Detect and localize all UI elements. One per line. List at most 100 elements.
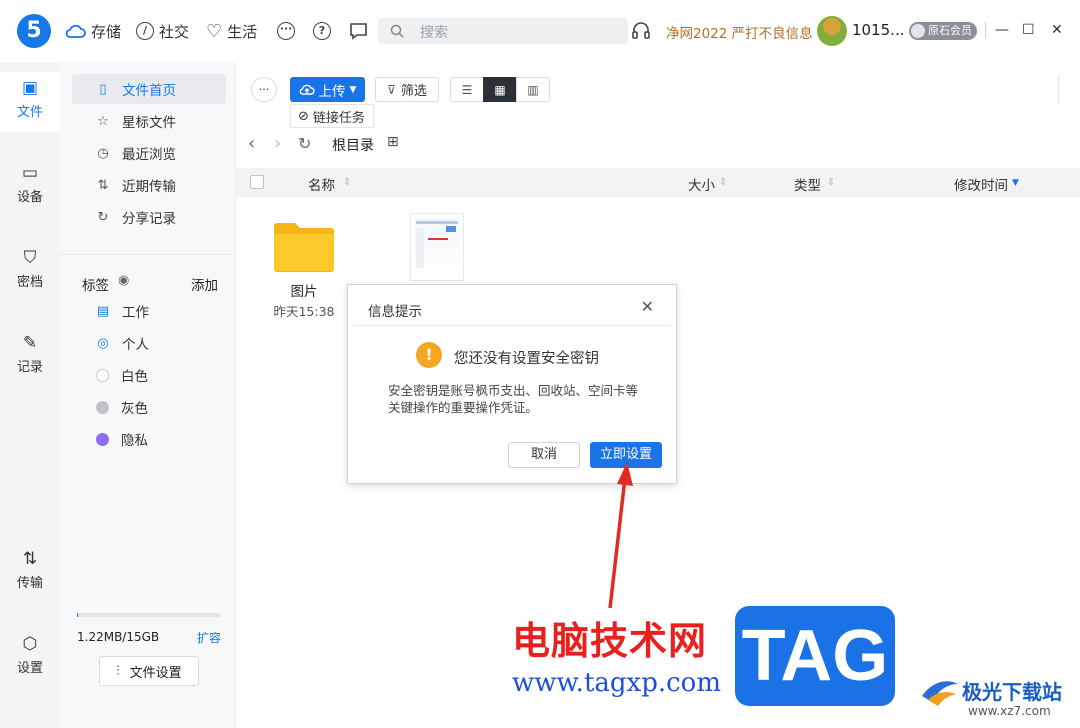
tag-white[interactable]: 白色	[72, 360, 226, 390]
file-time: 昨天15:38	[273, 304, 335, 319]
promo-link[interactable]: 净网2022 严打不良信息	[666, 22, 813, 42]
column-name[interactable]: 名称	[308, 174, 335, 194]
nav-life[interactable]: ♡ 生活	[206, 20, 257, 42]
message-button[interactable]	[349, 20, 368, 42]
tags-title: 标签	[82, 278, 109, 294]
rail-devices[interactable]: ▭ 设备	[0, 157, 60, 217]
sidebar-item-shares[interactable]: ↻ 分享记录	[72, 202, 226, 232]
headset-icon[interactable]	[632, 21, 650, 41]
breadcrumb-root[interactable]: 根目录	[332, 135, 374, 155]
list-view-button[interactable]: ☰	[450, 77, 484, 102]
sidebar-item-label: 分享记录	[122, 211, 176, 227]
rail-notes[interactable]: ✎ 记录	[0, 327, 60, 387]
new-folder-button[interactable]: ⊞	[387, 134, 399, 150]
link-icon: ⊘	[298, 108, 309, 124]
avatar[interactable]	[817, 16, 847, 46]
list-icon: ☰	[461, 82, 473, 97]
minimize-button[interactable]: —	[995, 22, 1009, 38]
expand-storage-link[interactable]: 扩容	[197, 629, 221, 646]
tag-personal[interactable]: ◎ 个人	[72, 328, 226, 358]
vip-badge[interactable]: 原石会员	[909, 22, 977, 40]
sidebar-item-recent[interactable]: ◷ 最近浏览	[72, 138, 226, 168]
sidebar-item-label: 最近浏览	[122, 147, 176, 163]
rail-vault[interactable]: ⛉ 密档	[0, 242, 60, 302]
settings-icon: ⬡	[22, 634, 38, 654]
app-logo[interactable]: 5	[17, 14, 51, 48]
sidebar: ▯ 文件首页 ☆ 星标文件 ◷ 最近浏览 ⇅ 近期传输 ↻ 分享记录 标签 ◉ …	[60, 62, 236, 728]
column-modified[interactable]: 修改时间	[954, 174, 1008, 194]
help-button[interactable]: ?	[313, 20, 331, 42]
nav-storage[interactable]: 存储	[64, 20, 121, 42]
tag-work[interactable]: ▤ 工作	[72, 296, 226, 326]
vip-label: 原石会员	[928, 24, 972, 37]
more-apps-button[interactable]: ···	[277, 20, 295, 42]
more-icon: ···	[258, 83, 270, 96]
upload-cloud-icon	[299, 84, 315, 95]
nav-social[interactable]: / 社交	[136, 20, 189, 42]
file-settings-label: 文件设置	[129, 665, 182, 681]
left-rail: ▣ 文件 ▭ 设备 ⛉ 密档 ✎ 记录 ⇅ 传输 ⬡ 设置	[0, 62, 60, 728]
more-options-button[interactable]: ···	[251, 77, 277, 102]
file-item-folder[interactable]: 图片 昨天15:38	[262, 212, 346, 322]
tag-color-dot	[96, 368, 109, 382]
maximize-button[interactable]: ☐	[1022, 22, 1035, 38]
grid-view-button[interactable]: ▦	[483, 77, 517, 102]
file-settings-button[interactable]: ⫶ 文件设置	[99, 656, 199, 686]
history-icon: ◷	[97, 145, 109, 161]
info-dialog: 信息提示 ✕ ! 您还没有设置安全密钥 安全密钥是账号枫币支出、回收站、空间卡等…	[347, 284, 677, 484]
column-type[interactable]: 类型	[794, 174, 821, 194]
refresh-button[interactable]: ↻	[298, 134, 311, 153]
rail-files[interactable]: ▣ 文件	[0, 72, 60, 132]
upload-button[interactable]: 上传 ▼	[290, 77, 365, 102]
forward-button[interactable]: ›	[274, 133, 281, 154]
sort-icon: ⇕	[343, 177, 352, 188]
sidebar-item-transfers[interactable]: ⇅ 近期传输	[72, 170, 226, 200]
watermark-url: www.tagxp.com	[512, 668, 721, 698]
dialog-close-button[interactable]: ✕	[641, 297, 654, 316]
select-all-checkbox[interactable]	[250, 175, 264, 189]
rail-settings-label: 设置	[16, 661, 43, 676]
nav-social-label: 社交	[159, 22, 190, 41]
columns-icon: ▥	[527, 82, 539, 97]
device-icon: ▭	[21, 163, 39, 183]
cloud-icon	[65, 24, 86, 38]
column-size[interactable]: 大小	[688, 174, 715, 194]
column-view-button[interactable]: ▥	[516, 77, 550, 102]
link-task-menu-item[interactable]: ⊘ 链接任务	[290, 104, 374, 128]
rail-notes-label: 记录	[16, 360, 43, 375]
sidebar-item-starred[interactable]: ☆ 星标文件	[72, 106, 226, 136]
rail-files-label: 文件	[16, 105, 43, 120]
more-icon: ···	[277, 22, 295, 40]
nav-storage-label: 存储	[91, 22, 122, 41]
sidebar-item-label: 星标文件	[122, 115, 176, 131]
add-tag-button[interactable]: 添加	[191, 274, 218, 294]
close-button[interactable]: ✕	[1051, 22, 1063, 38]
star-icon: ☆	[97, 113, 109, 129]
username[interactable]: 1015...	[852, 21, 904, 39]
tag-color-dot	[96, 400, 109, 414]
sliders-icon: ⫶	[116, 663, 120, 679]
watermark-text: 电脑技术网	[512, 619, 708, 663]
back-button[interactable]: ‹	[248, 133, 255, 154]
search-input[interactable]: 搜索	[378, 18, 628, 44]
tag-private[interactable]: 隐私	[72, 424, 226, 454]
cancel-button[interactable]: 取消	[508, 442, 580, 468]
storage-bar	[77, 613, 221, 617]
vip-icon	[911, 24, 925, 38]
transfer-icon: ⇅	[22, 549, 38, 569]
briefcase-icon: ▤	[96, 303, 110, 319]
sidebar-item-home[interactable]: ▯ 文件首页	[72, 74, 226, 104]
watermark-logo: TAG	[735, 606, 895, 706]
upload-label: 上传	[318, 83, 346, 100]
rail-transfer[interactable]: ⇅ 传输	[0, 543, 60, 603]
eye-icon[interactable]: ◉	[118, 273, 129, 288]
file-item-image[interactable]	[410, 213, 464, 281]
link-task-label: 链接任务	[312, 110, 365, 126]
tag-label: 灰色	[121, 401, 148, 417]
user-icon: ◎	[97, 335, 109, 351]
watermark-site: 极光下载站	[962, 680, 1062, 704]
rail-settings[interactable]: ⬡ 设置	[0, 628, 60, 688]
tag-gray[interactable]: 灰色	[72, 392, 226, 422]
filter-button[interactable]: ⊽ 筛选	[375, 77, 439, 102]
divider	[1058, 76, 1059, 104]
